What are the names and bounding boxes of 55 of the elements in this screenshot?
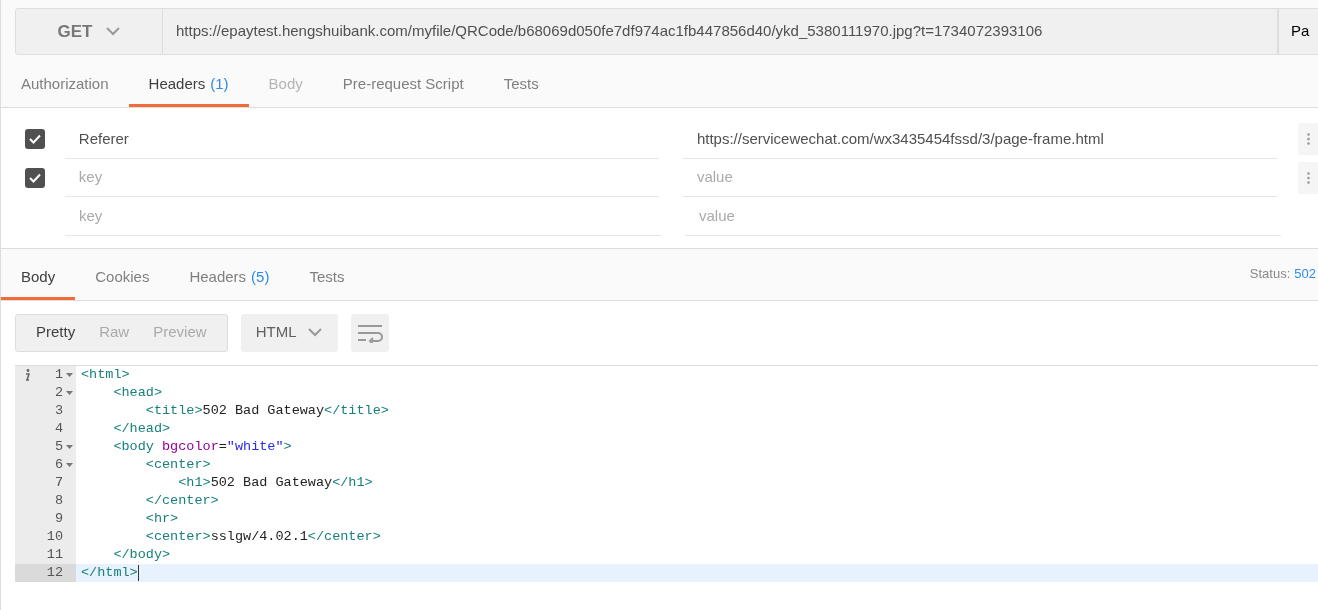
code-line: </body> [112, 545, 171, 564]
view-mode-button[interactable]: Preview [141, 314, 219, 351]
url-field[interactable]: https://epaytest.hengshuibank.com/myfile/QRCode/b68069d050fe7df974ac1fb447856d40/ykd_5380111970.jpg?t=1734072393106 [163, 8, 1278, 55]
checkbox[interactable] [24, 129, 45, 150]
response-tab[interactable]: Headers (5) [169, 265, 290, 300]
format-dropdown[interactable]: HTML [240, 313, 338, 352]
line-number: 4 [53, 419, 63, 438]
code-line: </center> [144, 491, 219, 510]
wrap-lines-button[interactable] [350, 313, 389, 352]
line-number: 2 [53, 383, 63, 402]
checkmark-icon [28, 172, 41, 183]
checkmark-icon [28, 134, 41, 145]
request-tab[interactable]: Tests [483, 73, 559, 107]
code-line: <h1>502 Bad Gateway</h1> [177, 473, 373, 492]
view-mode-button[interactable]: Pretty [24, 314, 88, 351]
code-line: <center> [144, 455, 211, 474]
line-number: 6 [53, 455, 63, 474]
code-editor[interactable]: 1 <html> 2 <head> 3 <title>502 Bad Gateway</title> 4 </head> 5 <body bgcolor="white"> 6 <center> 7 <h1>502 Bad Gateway</h1> 8 </center> 9 <hr> 10 <center>sslgw/4.02.1</center> 11 </body> 12 </html> [15, 364, 1318, 610]
code-line: <hr> [144, 509, 179, 528]
line-number: 5 [53, 437, 63, 456]
checkbox[interactable] [24, 167, 45, 188]
line-number: 8 [53, 491, 63, 510]
code-line: </html> [80, 563, 138, 582]
row-menu-handle[interactable] [1298, 161, 1318, 194]
line-number: 1 [53, 365, 63, 384]
code-line: <html> [80, 365, 130, 384]
text-cursor [137, 564, 139, 581]
method-dropdown[interactable]: GET [15, 8, 163, 55]
fold-arrow-icon[interactable] [66, 444, 73, 449]
fold-arrow-icon[interactable] [66, 390, 73, 395]
status-code: 502 [1294, 266, 1316, 282]
code-line: <body bgcolor="white"> [112, 437, 292, 456]
line-number: 7 [53, 473, 63, 492]
code-line: <head> [112, 383, 162, 402]
line-number: 12 [45, 563, 63, 582]
code-line: <center>sslgw/4.02.1</center> [144, 527, 381, 546]
line-number: 11 [45, 545, 63, 564]
request-tab[interactable]: Pre-request Script [322, 73, 484, 107]
row-menu-handle[interactable] [1298, 123, 1318, 156]
status-label: Status: [1249, 266, 1291, 282]
line-number: 3 [53, 401, 63, 420]
fold-arrow-icon[interactable] [66, 372, 73, 377]
chevron-icon [106, 27, 121, 36]
wrap-lines-icon [356, 322, 383, 343]
response-tab[interactable]: Tests [289, 265, 365, 300]
params-button[interactable]: Pa [1278, 8, 1318, 55]
response-tab[interactable]: Cookies [75, 265, 170, 300]
request-tab[interactable]: Authorization [1, 73, 129, 107]
code-line: </head> [112, 419, 171, 438]
code-line: <title>502 Bad Gateway</title> [144, 401, 389, 420]
fold-arrow-icon[interactable] [66, 462, 73, 467]
line-number: 9 [53, 509, 63, 528]
chevron-icon [308, 328, 323, 337]
line-number: 10 [45, 527, 63, 546]
view-mode-button[interactable]: Raw [87, 314, 142, 351]
